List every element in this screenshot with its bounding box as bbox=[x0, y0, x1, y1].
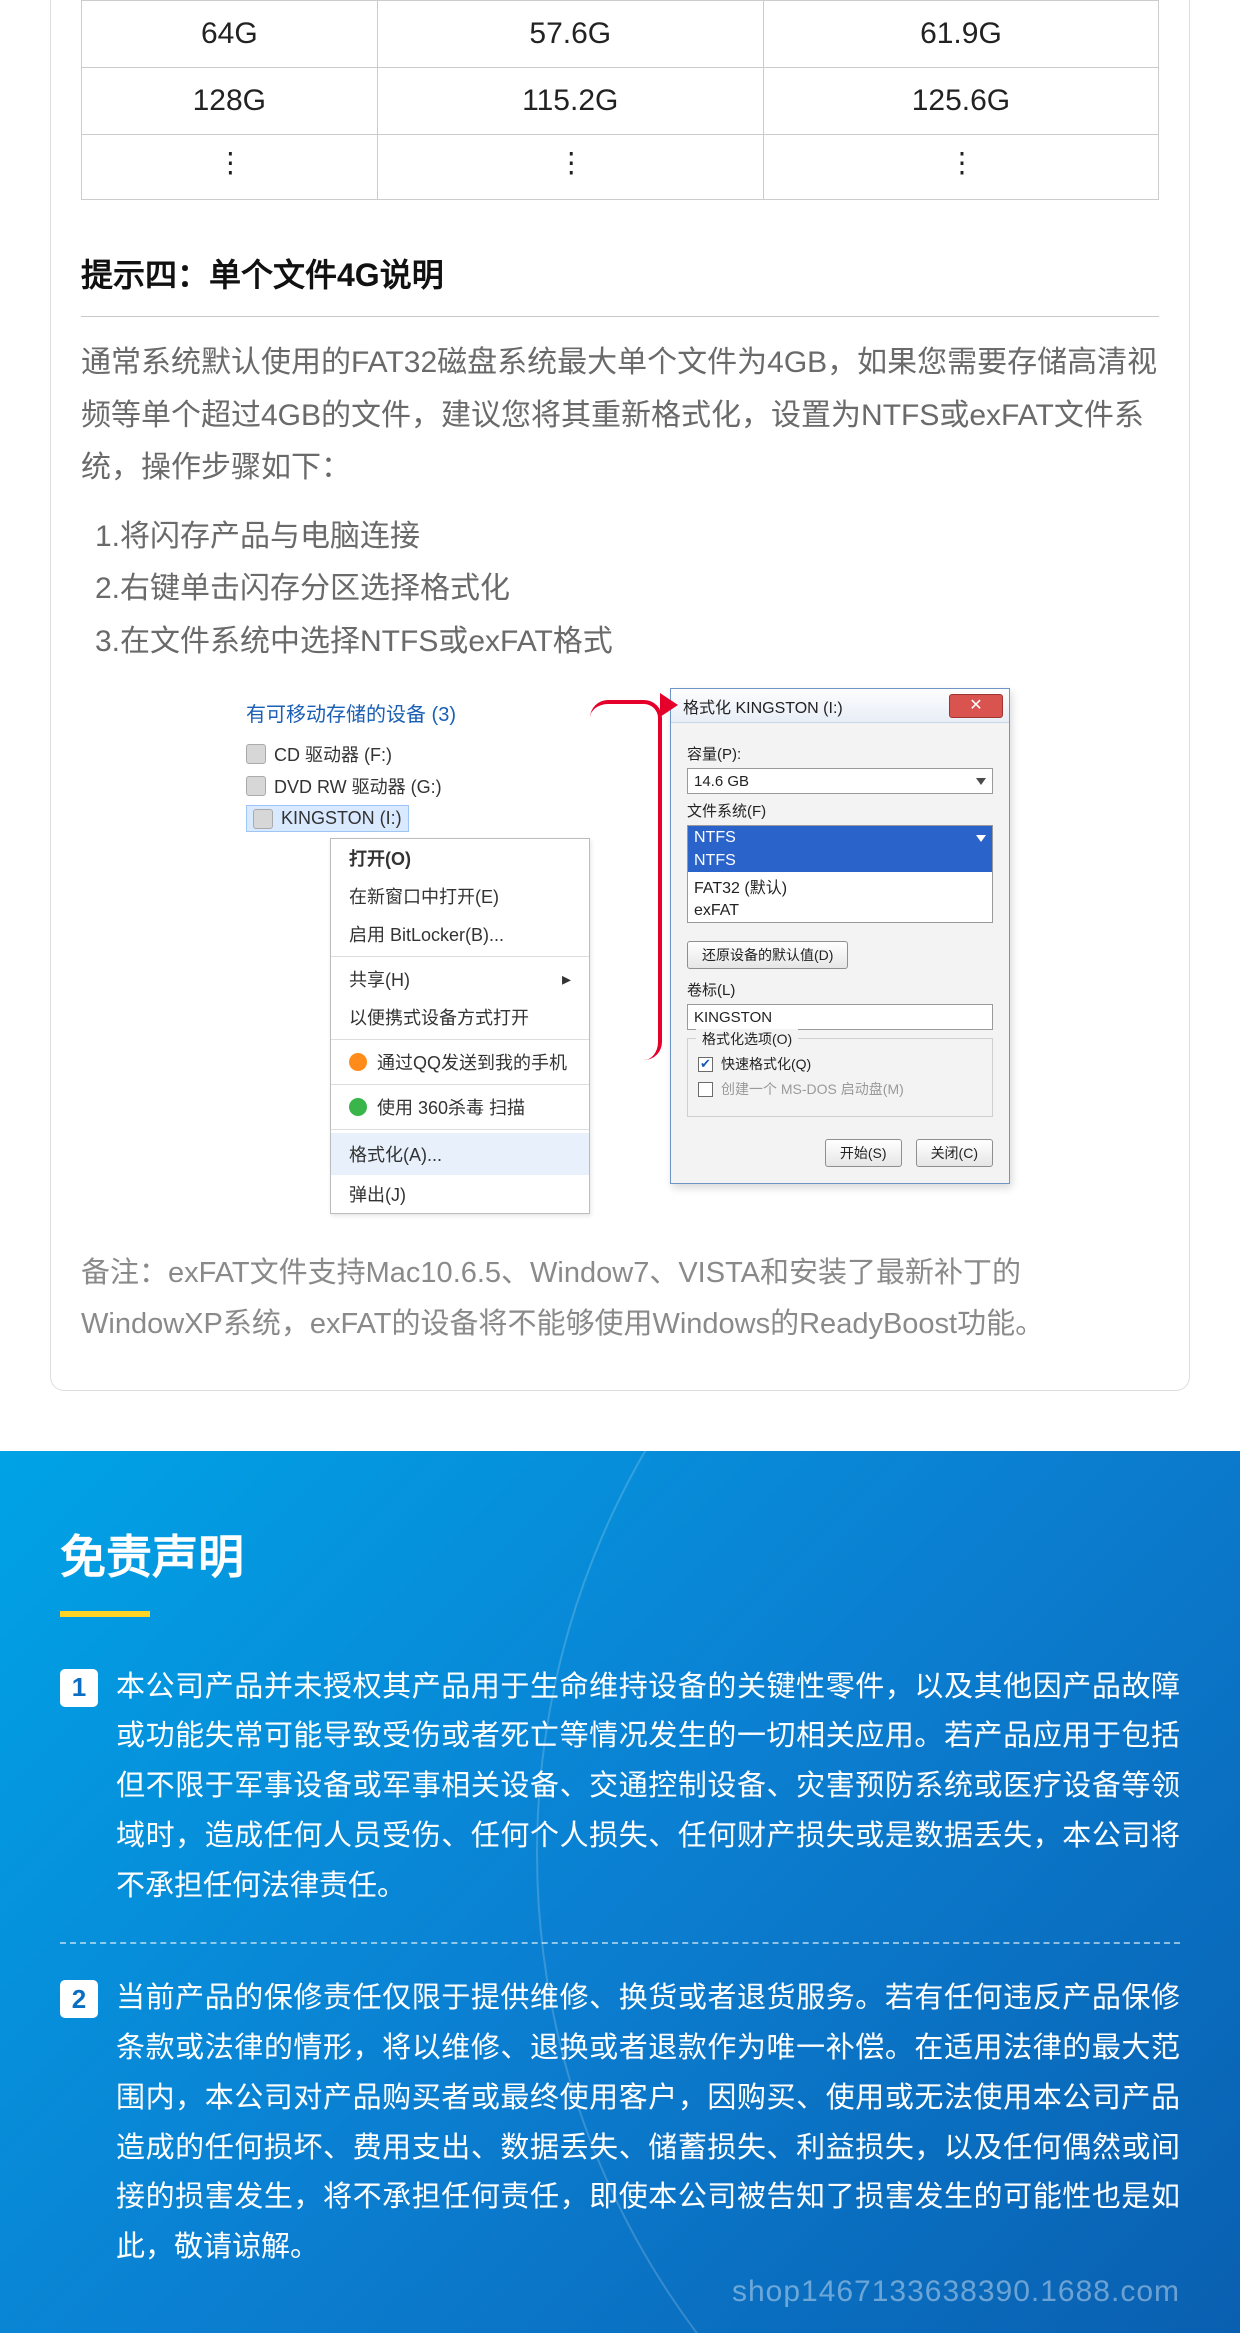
table-row: ⋮ ⋮ ⋮ bbox=[82, 135, 1159, 200]
cell: 57.6G bbox=[377, 1, 763, 68]
context-menu: 打开(O) 在新窗口中打开(E) 启用 BitLocker(B)... 共享(H… bbox=[330, 838, 590, 1214]
vdots: ⋮ bbox=[377, 135, 763, 200]
ctx-portable[interactable]: 以便携式设备方式打开 bbox=[331, 998, 589, 1036]
explorer-panel: 有可移动存储的设备 (3) CD 驱动器 (F:) DVD RW 驱动器 (G:… bbox=[230, 688, 590, 1214]
checkbox-icon bbox=[698, 1082, 713, 1097]
tip4-title: 提示四：单个文件4G说明 bbox=[81, 250, 1159, 296]
disclaimer-title: 免责声明 bbox=[60, 1521, 1180, 1587]
device-row[interactable]: CD 驱动器 (F:) bbox=[246, 741, 590, 767]
volume-label: 卷标(L) bbox=[687, 979, 993, 1000]
device-label: KINGSTON (I:) bbox=[281, 808, 402, 829]
device-label: DVD RW 驱动器 (G:) bbox=[274, 773, 442, 799]
info-card: 64G 57.6G 61.9G 128G 115.2G 125.6G ⋮ ⋮ ⋮… bbox=[50, 0, 1190, 1391]
qq-icon bbox=[349, 1053, 367, 1071]
checkbox-icon: ✔ bbox=[698, 1057, 713, 1072]
cell: 125.6G bbox=[763, 68, 1158, 135]
ctx-antivirus[interactable]: 使用 360杀毒 扫描 bbox=[331, 1088, 589, 1126]
drive-icon bbox=[253, 809, 273, 829]
ctx-bitlocker[interactable]: 启用 BitLocker(B)... bbox=[331, 915, 589, 953]
dialog-title: 格式化 KINGSTON (I:) bbox=[683, 694, 843, 718]
explorer-header: 有可移动存储的设备 (3) bbox=[246, 698, 590, 727]
fs-option[interactable]: exFAT bbox=[688, 900, 992, 922]
msdos-boot-checkbox[interactable]: 创建一个 MS-DOS 启动盘(M) bbox=[698, 1079, 982, 1099]
vdots: ⋮ bbox=[82, 135, 378, 200]
fs-option[interactable]: FAT32 (默认) bbox=[688, 872, 992, 900]
tip4-body: 通常系统默认使用的FAT32磁盘系统最大单个文件为4GB，如果您需要存储高清视频… bbox=[81, 337, 1159, 495]
cell: 61.9G bbox=[763, 1, 1158, 68]
close-button[interactable]: ✕ bbox=[949, 694, 1003, 718]
chevron-down-icon bbox=[976, 835, 986, 842]
cell: 128G bbox=[82, 68, 378, 135]
disclaimer-text: 本公司产品并未授权其产品用于生命维持设备的关键性零件，以及其他因产品故障或功能失… bbox=[116, 1663, 1180, 1912]
ctx-new-window[interactable]: 在新窗口中打开(E) bbox=[331, 877, 589, 915]
step: 1.将闪存产品与电脑连接 bbox=[95, 511, 1159, 564]
capacity-select[interactable]: 14.6 GB bbox=[687, 768, 993, 794]
divider bbox=[81, 316, 1159, 317]
ctx-share[interactable]: 共享(H)▸ bbox=[331, 960, 589, 998]
ctx-open[interactable]: 打开(O) bbox=[331, 839, 589, 877]
disclaimer-section: 免责声明 1 本公司产品并未授权其产品用于生命维持设备的关键性零件，以及其他因产… bbox=[0, 1451, 1240, 2333]
format-dialog: 格式化 KINGSTON (I:) ✕ 容量(P): 14.6 GB 文件系统(… bbox=[670, 688, 1010, 1184]
disclaimer-item: 1 本公司产品并未授权其产品用于生命维持设备的关键性零件，以及其他因产品故障或功… bbox=[60, 1663, 1180, 1912]
cell: 64G bbox=[82, 1, 378, 68]
watermark: shop1467133638390.1688.com bbox=[732, 2275, 1180, 2309]
dashed-divider bbox=[60, 1942, 1180, 1944]
step: 2.右键单击闪存分区选择格式化 bbox=[95, 563, 1159, 616]
ctx-qq[interactable]: 通过QQ发送到我的手机 bbox=[331, 1043, 589, 1081]
accent-bar bbox=[60, 1611, 150, 1617]
disclaimer-text: 当前产品的保修责任仅限于提供维修、换货或者退货服务。若有任何违反产品保修条款或法… bbox=[116, 1974, 1180, 2273]
start-button[interactable]: 开始(S) bbox=[825, 1139, 902, 1167]
cell: 115.2G bbox=[377, 68, 763, 135]
drive-icon bbox=[246, 744, 266, 764]
format-diagram: 有可移动存储的设备 (3) CD 驱动器 (F:) DVD RW 驱动器 (G:… bbox=[81, 688, 1159, 1214]
device-row-selected[interactable]: KINGSTON (I:) bbox=[246, 805, 409, 832]
chevron-down-icon bbox=[976, 778, 986, 785]
dialog-titlebar: 格式化 KINGSTON (I:) ✕ bbox=[671, 689, 1009, 723]
number-badge: 2 bbox=[60, 1980, 98, 2018]
device-label: CD 驱动器 (F:) bbox=[274, 741, 392, 767]
table-row: 128G 115.2G 125.6G bbox=[82, 68, 1159, 135]
arrow-icon bbox=[590, 688, 670, 1048]
capacity-table: 64G 57.6G 61.9G 128G 115.2G 125.6G ⋮ ⋮ ⋮ bbox=[81, 0, 1159, 200]
close-dialog-button[interactable]: 关闭(C) bbox=[916, 1139, 993, 1167]
disclaimer-item: 2 当前产品的保修责任仅限于提供维修、换货或者退货服务。若有任何违反产品保修条款… bbox=[60, 1974, 1180, 2273]
device-row[interactable]: DVD RW 驱动器 (G:) bbox=[246, 773, 590, 799]
ctx-format[interactable]: 格式化(A)... bbox=[331, 1133, 589, 1175]
table-row: 64G 57.6G 61.9G bbox=[82, 1, 1159, 68]
quick-format-checkbox[interactable]: ✔ 快速格式化(Q) bbox=[698, 1054, 982, 1074]
shield-icon bbox=[349, 1098, 367, 1116]
volume-input[interactable]: KINGSTON bbox=[687, 1004, 993, 1030]
steps-list: 1.将闪存产品与电脑连接 2.右键单击闪存分区选择格式化 3.在文件系统中选择N… bbox=[95, 511, 1159, 669]
format-options-group: 格式化选项(O) ✔ 快速格式化(Q) 创建一个 MS-DOS 启动盘(M) bbox=[687, 1038, 993, 1117]
tip4-note: 备注：exFAT文件支持Mac10.6.5、Window7、VISTA和安装了最… bbox=[81, 1248, 1159, 1350]
step: 3.在文件系统中选择NTFS或exFAT格式 bbox=[95, 616, 1159, 669]
vdots: ⋮ bbox=[763, 135, 1158, 200]
filesystem-label: 文件系统(F) bbox=[687, 800, 993, 821]
restore-defaults-button[interactable]: 还原设备的默认值(D) bbox=[687, 941, 848, 969]
capacity-label: 容量(P): bbox=[687, 743, 993, 764]
filesystem-select[interactable]: NTFS NTFS FAT32 (默认) exFAT bbox=[687, 825, 993, 923]
ctx-eject[interactable]: 弹出(J) bbox=[331, 1175, 589, 1213]
drive-icon bbox=[246, 776, 266, 796]
number-badge: 1 bbox=[60, 1669, 98, 1707]
fs-option[interactable]: NTFS bbox=[688, 850, 992, 872]
